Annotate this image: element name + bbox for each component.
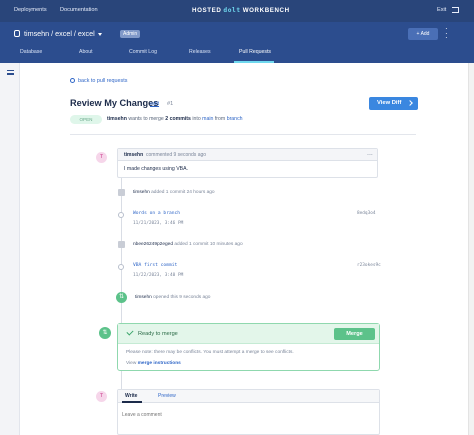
event-text: added 1 commit 24 hours ago bbox=[149, 190, 215, 195]
commit-dot-icon bbox=[118, 212, 124, 218]
top-nav: Deployments Documentation HOSTED dolt WORK… bbox=[0, 0, 474, 22]
pr-summary-mid: wants to merge bbox=[126, 116, 166, 122]
pr-number: #1 bbox=[167, 101, 174, 107]
nav-documentation-link[interactable]: Documentation bbox=[60, 7, 98, 13]
left-rail bbox=[0, 63, 20, 435]
comment-tabs: Write Preview bbox=[118, 390, 379, 403]
active-tab-indicator bbox=[234, 61, 274, 63]
comment-body: I made changes using VBA. bbox=[124, 166, 189, 172]
merge-instructions-prefix: View bbox=[126, 361, 138, 366]
comment-card: timsehn commented 9 seconds ago ... I ma… bbox=[117, 148, 378, 178]
merge-panel: Ready to merge Merge Please note: there … bbox=[117, 323, 380, 371]
pr-commit-count: 2 commits bbox=[165, 116, 191, 122]
exit-link[interactable]: Exit bbox=[437, 7, 446, 13]
to-branch-link[interactable]: main bbox=[202, 116, 213, 122]
merge-icon: ⇅ bbox=[99, 327, 111, 339]
edit-title-link[interactable]: edit bbox=[150, 101, 159, 107]
from-branch-link[interactable]: branch bbox=[227, 116, 243, 122]
pr-author: timsehn bbox=[107, 116, 127, 122]
admin-badge: Admin bbox=[120, 30, 141, 38]
pr-summary-into: into bbox=[190, 116, 203, 122]
comment-header: timsehn commented 9 seconds ago ... bbox=[118, 149, 377, 161]
chevron-down-icon[interactable] bbox=[97, 32, 102, 36]
timeline-line bbox=[121, 160, 122, 420]
commit-event-icon bbox=[118, 241, 125, 248]
repo-title[interactable]: timsehn / excel / excel bbox=[24, 29, 102, 38]
back-to-pull-requests-link[interactable]: back to pull requests bbox=[78, 78, 127, 84]
pr-summary: timsehn wants to merge 2 commits into ma… bbox=[107, 116, 243, 122]
database-icon bbox=[14, 30, 20, 37]
more-menu-icon[interactable]: · · · bbox=[445, 25, 448, 42]
repo-title-text: timsehn / excel / excel bbox=[24, 29, 95, 38]
commit-hash-link[interactable]: r23okes9c bbox=[357, 263, 381, 268]
repo-header: timsehn / excel / excel Admin + Add · · · … bbox=[0, 22, 474, 63]
timeline-event: nbee26249p2eged added 1 commit 10 minute… bbox=[133, 242, 243, 247]
pr-summary-from: from bbox=[213, 116, 227, 122]
merge-instructions-link[interactable]: merge instructions bbox=[138, 361, 181, 366]
commit-message-link[interactable]: VBA first commit bbox=[133, 263, 177, 268]
divider bbox=[70, 134, 416, 135]
page-title: Review My Changes bbox=[70, 98, 159, 108]
merge-status-bar: Ready to merge Merge bbox=[118, 324, 379, 344]
scrollbar[interactable] bbox=[468, 63, 474, 435]
brand-right: WORKBENCH bbox=[242, 7, 290, 14]
tab-releases[interactable]: Releases bbox=[189, 49, 211, 55]
brand-dolt: dolt bbox=[223, 7, 241, 14]
commit-hash-link[interactable]: 8edq3o4 bbox=[357, 211, 376, 216]
commit-message-link[interactable]: Words on a branch bbox=[133, 211, 180, 216]
merge-instructions: View merge instructions bbox=[126, 361, 181, 366]
event-text: added 1 commit 10 minutes ago bbox=[173, 242, 243, 247]
merge-conflict-note: Please note: there may be conflicts. You… bbox=[126, 350, 294, 355]
tab-pull-requests[interactable]: Pull Requests bbox=[239, 49, 271, 55]
merge-button[interactable]: Merge bbox=[334, 328, 375, 340]
exit-icon[interactable] bbox=[452, 7, 459, 13]
event-author: nbee26249p2eged bbox=[133, 242, 174, 247]
timeline-event: timsehn opened this 9 seconds ago bbox=[135, 295, 210, 300]
check-icon bbox=[126, 328, 134, 336]
event-author: timsehn bbox=[133, 190, 150, 195]
menu-icon[interactable] bbox=[7, 70, 14, 75]
status-badge: OPEN bbox=[70, 115, 102, 124]
comment-author: timsehn bbox=[124, 152, 144, 158]
commit-dot-icon bbox=[118, 264, 124, 270]
comment-time: commented 9 seconds ago bbox=[146, 152, 207, 158]
tab-write[interactable]: Write bbox=[125, 393, 137, 399]
brand-left: HOSTED bbox=[192, 7, 222, 14]
tab-preview[interactable]: Preview bbox=[158, 393, 176, 399]
comment-input[interactable] bbox=[122, 412, 322, 418]
nav-deployments-link[interactable]: Deployments bbox=[14, 7, 47, 13]
active-tab-indicator bbox=[122, 401, 142, 403]
event-author: timsehn bbox=[135, 295, 152, 300]
commit-date: 11/22/2023, 3:40 PM bbox=[133, 273, 184, 278]
event-text: opened this 9 seconds ago bbox=[151, 295, 211, 300]
commit-date: 11/21/2023, 3:46 PM bbox=[133, 221, 184, 226]
view-diff-label: View Diff bbox=[377, 100, 402, 106]
tab-about[interactable]: About bbox=[79, 49, 93, 55]
add-button[interactable]: + Add bbox=[408, 28, 438, 40]
new-comment-box: Write Preview bbox=[117, 389, 380, 435]
comment-more-icon[interactable]: ... bbox=[367, 150, 373, 157]
chevron-right-icon bbox=[407, 100, 413, 106]
timeline-event: timsehn added 1 commit 24 hours ago bbox=[133, 190, 215, 195]
ready-to-merge-text: Ready to merge bbox=[138, 331, 178, 337]
brand-logo[interactable]: HOSTED dolt WORKBENCH bbox=[192, 7, 290, 14]
back-arrow-icon[interactable] bbox=[70, 78, 75, 83]
pull-request-icon: ⇅ bbox=[116, 292, 127, 303]
avatar: T bbox=[96, 391, 107, 402]
tab-commit-log[interactable]: Commit Log bbox=[129, 49, 157, 55]
commit-event-icon bbox=[118, 189, 125, 196]
tab-database[interactable]: Database bbox=[20, 49, 42, 55]
view-diff-button[interactable]: View Diff bbox=[369, 97, 418, 110]
avatar: T bbox=[96, 152, 107, 163]
